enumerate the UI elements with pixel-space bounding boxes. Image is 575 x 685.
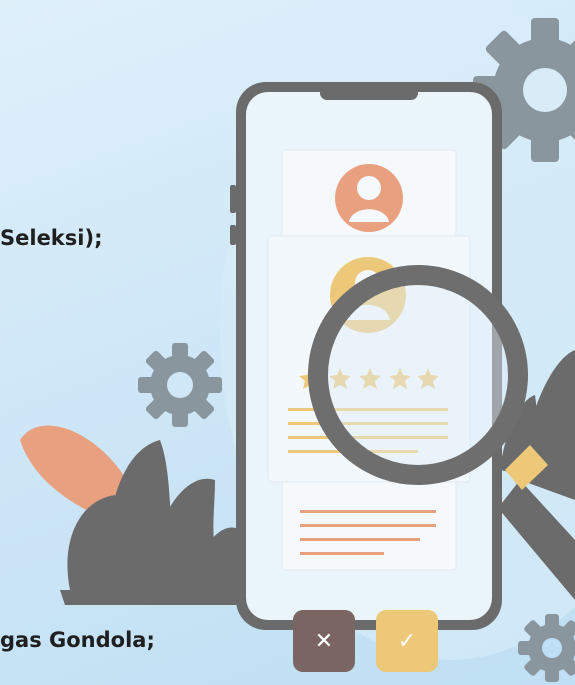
visible-text-line: Seleksi); [0,226,103,250]
gear-icon [138,343,222,427]
visible-text-line: gas Gondola; [0,628,155,652]
close-icon: ✕ [314,628,334,654]
avatar-icon [335,164,403,232]
accept-button[interactable]: ✓ [376,610,438,672]
illustration-svg [20,0,575,682]
reject-button[interactable]: ✕ [293,610,355,672]
check-icon: ✓ [397,628,417,654]
illustration-scene [0,0,575,685]
